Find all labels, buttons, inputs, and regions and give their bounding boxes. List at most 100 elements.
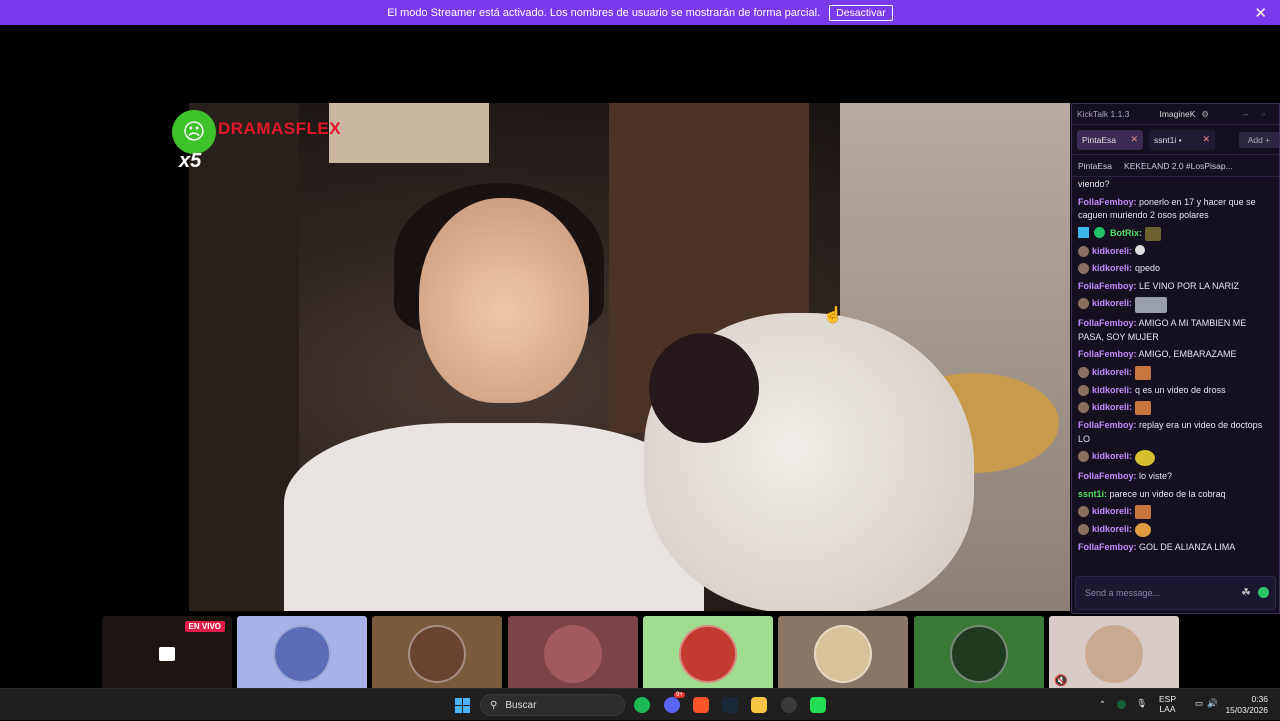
mod-badge-icon [1078, 226, 1089, 238]
mouse-cursor-icon: ☝ [823, 307, 843, 324]
participant-tile[interactable]: 🔇 [1049, 616, 1179, 691]
avatar [1078, 506, 1089, 517]
chat-message: kidkoreli: [1078, 297, 1273, 313]
app-title: KickTalk 1.1.3 [1077, 109, 1130, 119]
notification-badge: 9+ [674, 692, 685, 698]
chat-messages[interactable]: viendo? FollaFemboy: ponerlo en 17 y hac… [1072, 177, 1279, 557]
participant-tile[interactable] [508, 616, 638, 691]
spotify-icon[interactable] [634, 697, 650, 713]
microphone-icon[interactable]: 🎙 [1136, 698, 1147, 709]
participant-tile[interactable] [914, 616, 1044, 691]
avatar [1078, 263, 1089, 274]
search-label: Buscar [505, 699, 537, 711]
deactivate-button[interactable]: Desactivar [829, 4, 893, 21]
chat-message: BotRix: [1078, 226, 1273, 241]
emote-picker-icon[interactable]: ☘ [1241, 586, 1251, 599]
windows-start-icon[interactable] [455, 698, 470, 713]
minimize-icon[interactable]: – [1243, 109, 1248, 119]
channel-name: PintaEsa [1078, 160, 1113, 171]
emote-icon [1135, 523, 1152, 537]
avatar [1078, 402, 1089, 413]
language-indicator[interactable]: ESP LAA [1159, 694, 1176, 714]
chat-message: FollaFemboy: GOL DE ALIANZA LIMA [1078, 542, 1236, 552]
avatar [950, 624, 1008, 683]
avatar [1078, 384, 1089, 396]
avatar [408, 624, 466, 683]
screen-share-icon [159, 646, 175, 661]
chat-message: ssnt1i: parece un video de la cobraq [1078, 488, 1226, 499]
chat-message: FollaFemboy: LE VINO POR LA NARIZ [1078, 280, 1240, 291]
avatar [1078, 245, 1089, 257]
input-placeholder: Send a message... [1085, 588, 1161, 598]
avatar [1078, 451, 1089, 462]
chat-message: FollaFemboy: AMIGO A MI TAMBIEN ME PASA,… [1078, 318, 1247, 342]
chat-message: kidkoreli: [1078, 505, 1273, 519]
avatar [1085, 624, 1143, 683]
tab-label: PintaEsa [1082, 134, 1117, 145]
emote-icon [1135, 450, 1156, 466]
chat-message: FollaFemboy: AMIGO, EMBARAZAME [1078, 349, 1237, 359]
chat-message: kidkoreli: [1078, 365, 1273, 380]
participant-tile[interactable] [778, 616, 908, 691]
kick-icon[interactable] [810, 697, 826, 713]
overlay-logo-text: DRAMASFLEX [218, 119, 342, 138]
participant-tile[interactable] [237, 616, 367, 691]
video-player[interactable] [189, 103, 1070, 611]
avatar [814, 624, 872, 683]
file-explorer-icon[interactable] [751, 697, 767, 713]
chat-titlebar: KickTalk 1.1.3 ImagineK ⚙ – ▫ [1072, 104, 1279, 125]
chat-message: kidkoreli: [1078, 450, 1273, 466]
close-icon[interactable]: ✕ [1254, 4, 1267, 22]
channel-tabs: PintaEsa ✕ ssnt1i • ✕ Add + [1072, 125, 1279, 155]
close-icon[interactable]: ✕ [1130, 134, 1138, 145]
chat-message: kidkoreli: [1078, 523, 1273, 537]
maximize-icon[interactable]: ▫ [1262, 109, 1265, 119]
taskbar-search[interactable]: ⚲ Buscar [480, 694, 625, 716]
participant-tile[interactable] [372, 616, 502, 691]
chat-message-input[interactable]: Send a message... ☘ [1075, 576, 1276, 610]
chat-message: FollaFemboy: lo viste? [1078, 471, 1173, 481]
add-channel-button[interactable]: Add + [1239, 131, 1279, 148]
avatar [679, 624, 737, 683]
avatar [1078, 366, 1089, 378]
emote-icon [1135, 401, 1152, 415]
tab-pintaesa[interactable]: PintaEsa ✕ [1077, 129, 1143, 150]
participant-tile[interactable] [643, 616, 773, 691]
avatar [544, 624, 602, 683]
tab-ssnt1i[interactable]: ssnt1i • ✕ [1149, 129, 1215, 150]
avatar [1078, 524, 1089, 535]
steam-icon[interactable] [722, 697, 738, 713]
emote-icon [1145, 226, 1161, 241]
stream-title: KEKELAND 2.0 #LosPisap... [1124, 160, 1233, 171]
chat-message: kidkoreli: [1078, 401, 1273, 415]
channel-header: PintaEsa KEKELAND 2.0 #LosPisap... [1072, 155, 1279, 177]
close-icon[interactable]: ✕ [1202, 134, 1210, 145]
emote-icon [1135, 505, 1152, 519]
tray-app-icon[interactable] [1117, 700, 1126, 709]
emote-icon [1135, 297, 1168, 313]
brave-icon[interactable] [693, 697, 709, 713]
tab-label: ssnt1i • [1154, 134, 1182, 145]
kicktalk-chat-window: KickTalk 1.1.3 ImagineK ⚙ – ▫ PintaEsa ✕… [1071, 103, 1280, 614]
discord-icon[interactable] [664, 697, 680, 713]
settings-icon[interactable] [781, 697, 797, 713]
avatar [273, 624, 331, 683]
live-badge: EN VIVO [184, 621, 225, 632]
clock[interactable]: 0:36 15/03/2026 [1225, 694, 1268, 716]
kick-emote-icon[interactable] [1258, 587, 1269, 598]
verified-badge-icon [1094, 226, 1105, 238]
chat-message: viendo? [1078, 179, 1110, 189]
volume-icon[interactable]: 🔊 [1207, 698, 1218, 709]
emote-icon [1135, 365, 1152, 380]
gear-icon[interactable]: ⚙ [1201, 109, 1209, 120]
streamer-mode-banner: El modo Streamer está activado. Los nomb… [0, 0, 1280, 25]
overlay-multiplier: x5 [179, 150, 202, 172]
stream-overlay-logo: ☹ DRAMASFLEX x5 [172, 110, 341, 172]
chat-message: kidkoreli: [1078, 244, 1273, 259]
network-icon[interactable]: ▭ [1195, 698, 1203, 709]
chevron-up-icon[interactable]: ⌃ [1099, 699, 1106, 710]
participant-tile-streamer[interactable]: EN VIVO [102, 616, 232, 691]
sick-face-icon: ☹ [172, 110, 216, 154]
search-icon: ⚲ [490, 699, 498, 711]
current-user[interactable]: ImagineK [1159, 109, 1195, 119]
